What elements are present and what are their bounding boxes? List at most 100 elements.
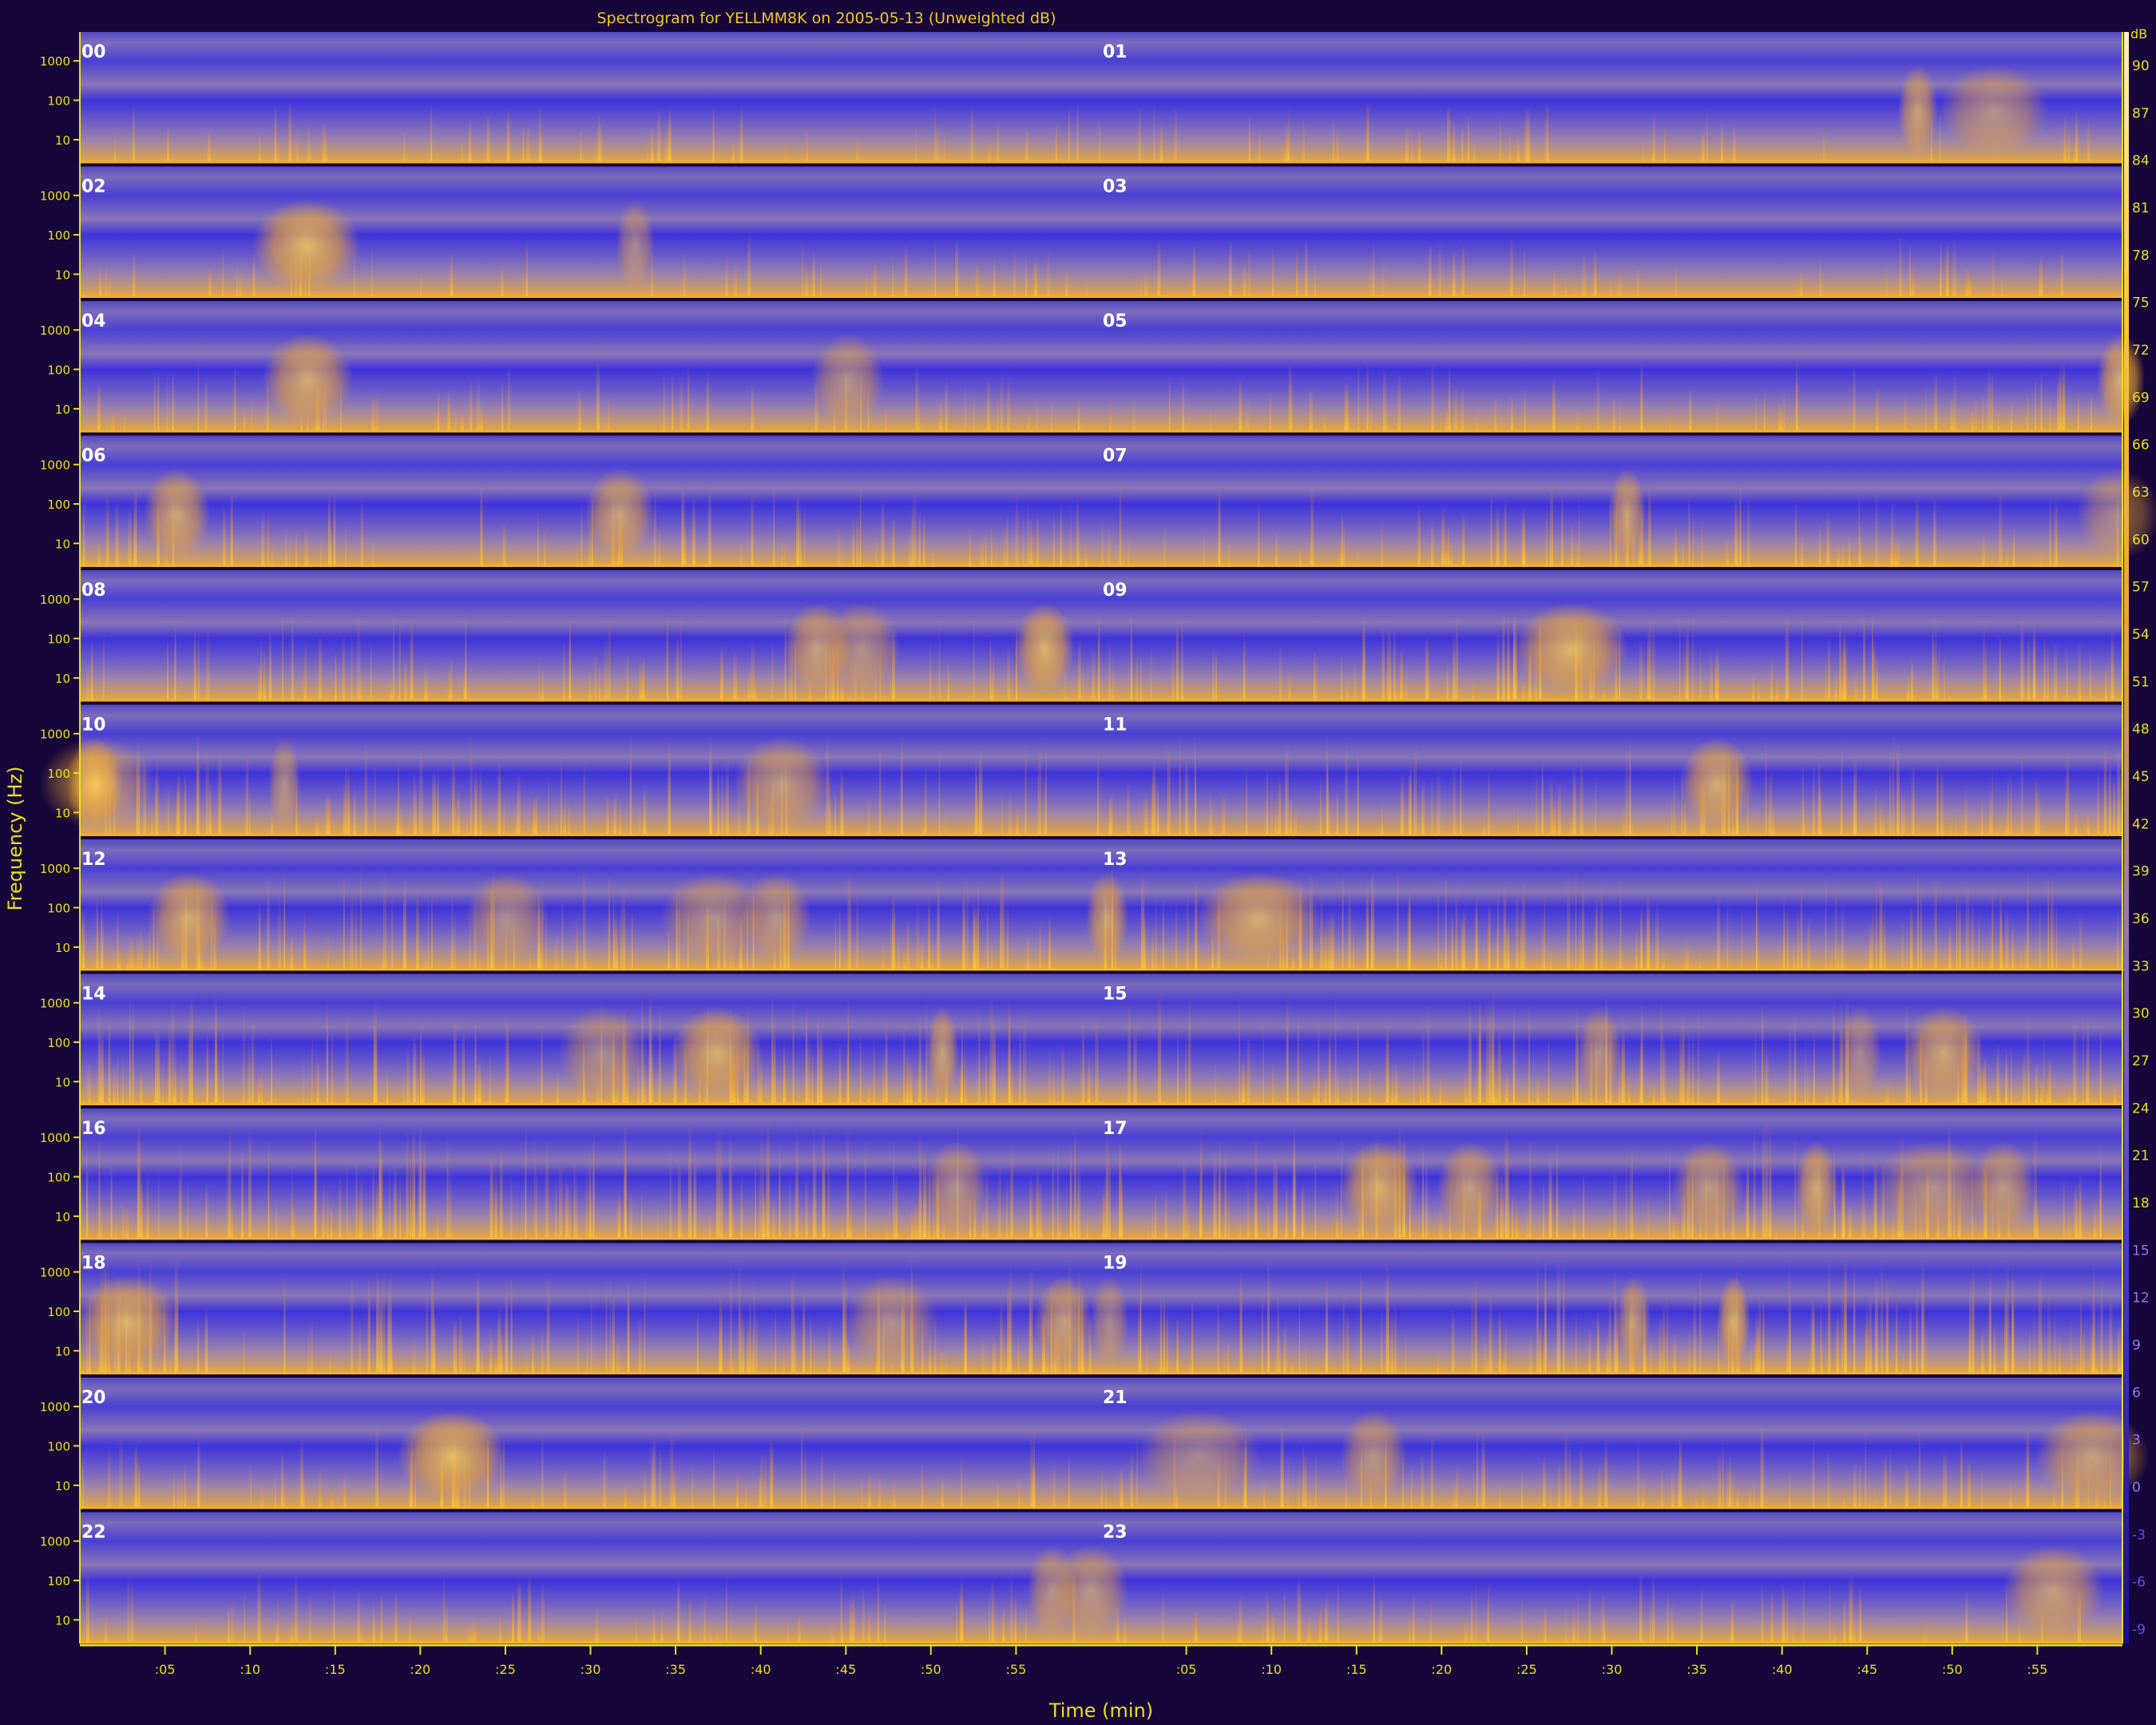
streak-mark <box>989 997 993 1105</box>
streak-mark <box>1323 409 1327 433</box>
row-baseline <box>80 295 2122 298</box>
streak-mark <box>327 930 329 971</box>
streak-mark <box>382 945 385 971</box>
sound-event <box>2002 1545 2105 1637</box>
streak-mark <box>537 509 539 567</box>
streak-mark <box>988 141 992 164</box>
time-tick-label: :50 <box>921 1662 941 1677</box>
streak-mark <box>410 619 414 702</box>
streak-mark <box>657 109 661 164</box>
streak-mark <box>1842 1487 1845 1509</box>
streak-mark <box>2029 1327 2031 1374</box>
streak-mark <box>1227 1338 1230 1374</box>
streak-mark <box>1068 1453 1070 1509</box>
streak-mark <box>327 795 331 836</box>
streak-mark <box>2074 808 2079 836</box>
streak-mark <box>1176 617 1179 702</box>
colorbar-tick-label: 51 <box>2132 674 2150 690</box>
streak-mark <box>263 648 266 702</box>
streak-mark <box>1156 780 1159 836</box>
streak-mark <box>1567 875 1571 971</box>
streak-mark <box>1468 1000 1472 1105</box>
streak-mark <box>1283 1587 1286 1644</box>
streak-mark <box>1056 1136 1059 1240</box>
row-baseline <box>80 161 2122 164</box>
streak-mark <box>1596 370 1600 433</box>
streak-mark <box>195 1622 197 1644</box>
streak-mark <box>1213 1152 1217 1240</box>
streak-mark <box>390 679 393 702</box>
streak-mark <box>1272 244 1274 298</box>
streak-mark <box>1837 934 1840 971</box>
streak-mark <box>1074 1128 1076 1240</box>
streak-mark <box>1543 1180 1545 1240</box>
streak-mark <box>1314 260 1316 298</box>
streak-mark <box>2010 771 2012 836</box>
streak-mark <box>1371 912 1373 971</box>
streak-mark <box>1140 870 1145 971</box>
streak-mark <box>646 132 648 164</box>
streak-mark <box>1651 610 1655 702</box>
streak-mark <box>916 898 920 971</box>
streak-mark <box>1520 1596 1524 1644</box>
time-tick-label: :55 <box>2027 1662 2048 1677</box>
streak-mark <box>624 1485 627 1509</box>
streak-mark <box>1936 757 1939 836</box>
streak-mark <box>763 1449 767 1509</box>
streak-mark <box>525 1120 527 1240</box>
colorbar-tick-label: 57 <box>2132 580 2150 596</box>
streak-mark <box>282 1476 286 1509</box>
streak-mark <box>1686 945 1689 971</box>
streak-mark <box>652 1608 656 1644</box>
streak-mark <box>275 1468 276 1509</box>
streak-mark <box>918 1014 922 1105</box>
streak-mark <box>275 1194 278 1240</box>
streak-mark <box>430 104 433 164</box>
streak-mark <box>1195 783 1197 836</box>
streak-mark <box>590 1193 593 1240</box>
streak-mark <box>1369 256 1373 298</box>
streak-mark <box>1439 1076 1442 1105</box>
streak-mark <box>2071 937 2075 971</box>
streak-mark <box>110 1161 113 1240</box>
streak-mark <box>1295 256 1298 298</box>
streak-mark <box>846 1210 850 1240</box>
streak-mark <box>1155 1191 1157 1240</box>
frequency-tick-label: 10 <box>55 1613 70 1628</box>
streak-mark <box>575 917 579 971</box>
streak-mark <box>1048 916 1052 971</box>
streak-mark <box>967 870 969 971</box>
streak-mark <box>1699 641 1702 702</box>
streak-mark <box>1885 262 1888 298</box>
streak-mark <box>613 791 617 836</box>
streak-mark <box>608 397 610 433</box>
streak-mark <box>731 1197 734 1240</box>
streak-mark <box>653 486 656 567</box>
streak-mark <box>333 494 336 567</box>
row-baseline <box>80 699 2122 702</box>
streak-mark <box>1335 1178 1338 1240</box>
streak-mark <box>874 259 877 298</box>
streak-mark <box>1635 930 1638 971</box>
sound-event <box>924 1141 989 1234</box>
streak-mark <box>1177 1029 1179 1105</box>
streak-mark <box>333 1585 335 1644</box>
streak-mark <box>1155 897 1157 971</box>
streak-mark <box>153 370 156 433</box>
streak-mark <box>1702 1479 1705 1509</box>
row-baseline <box>80 430 2122 433</box>
streak-mark <box>86 665 89 702</box>
streak-mark <box>784 143 787 164</box>
frequency-tick-label: 100 <box>47 1036 70 1050</box>
streak-mark <box>1671 798 1673 836</box>
streak-mark <box>1288 669 1291 702</box>
streak-mark <box>85 1571 89 1644</box>
streak-mark <box>1558 783 1561 836</box>
streak-mark <box>544 529 546 567</box>
streak-mark <box>1520 909 1523 971</box>
streak-mark <box>1163 1292 1165 1374</box>
time-tick-label: :15 <box>1346 1662 1367 1677</box>
streak-mark <box>1700 1586 1703 1644</box>
streak-mark <box>250 1463 252 1509</box>
streak-mark <box>173 1069 176 1105</box>
